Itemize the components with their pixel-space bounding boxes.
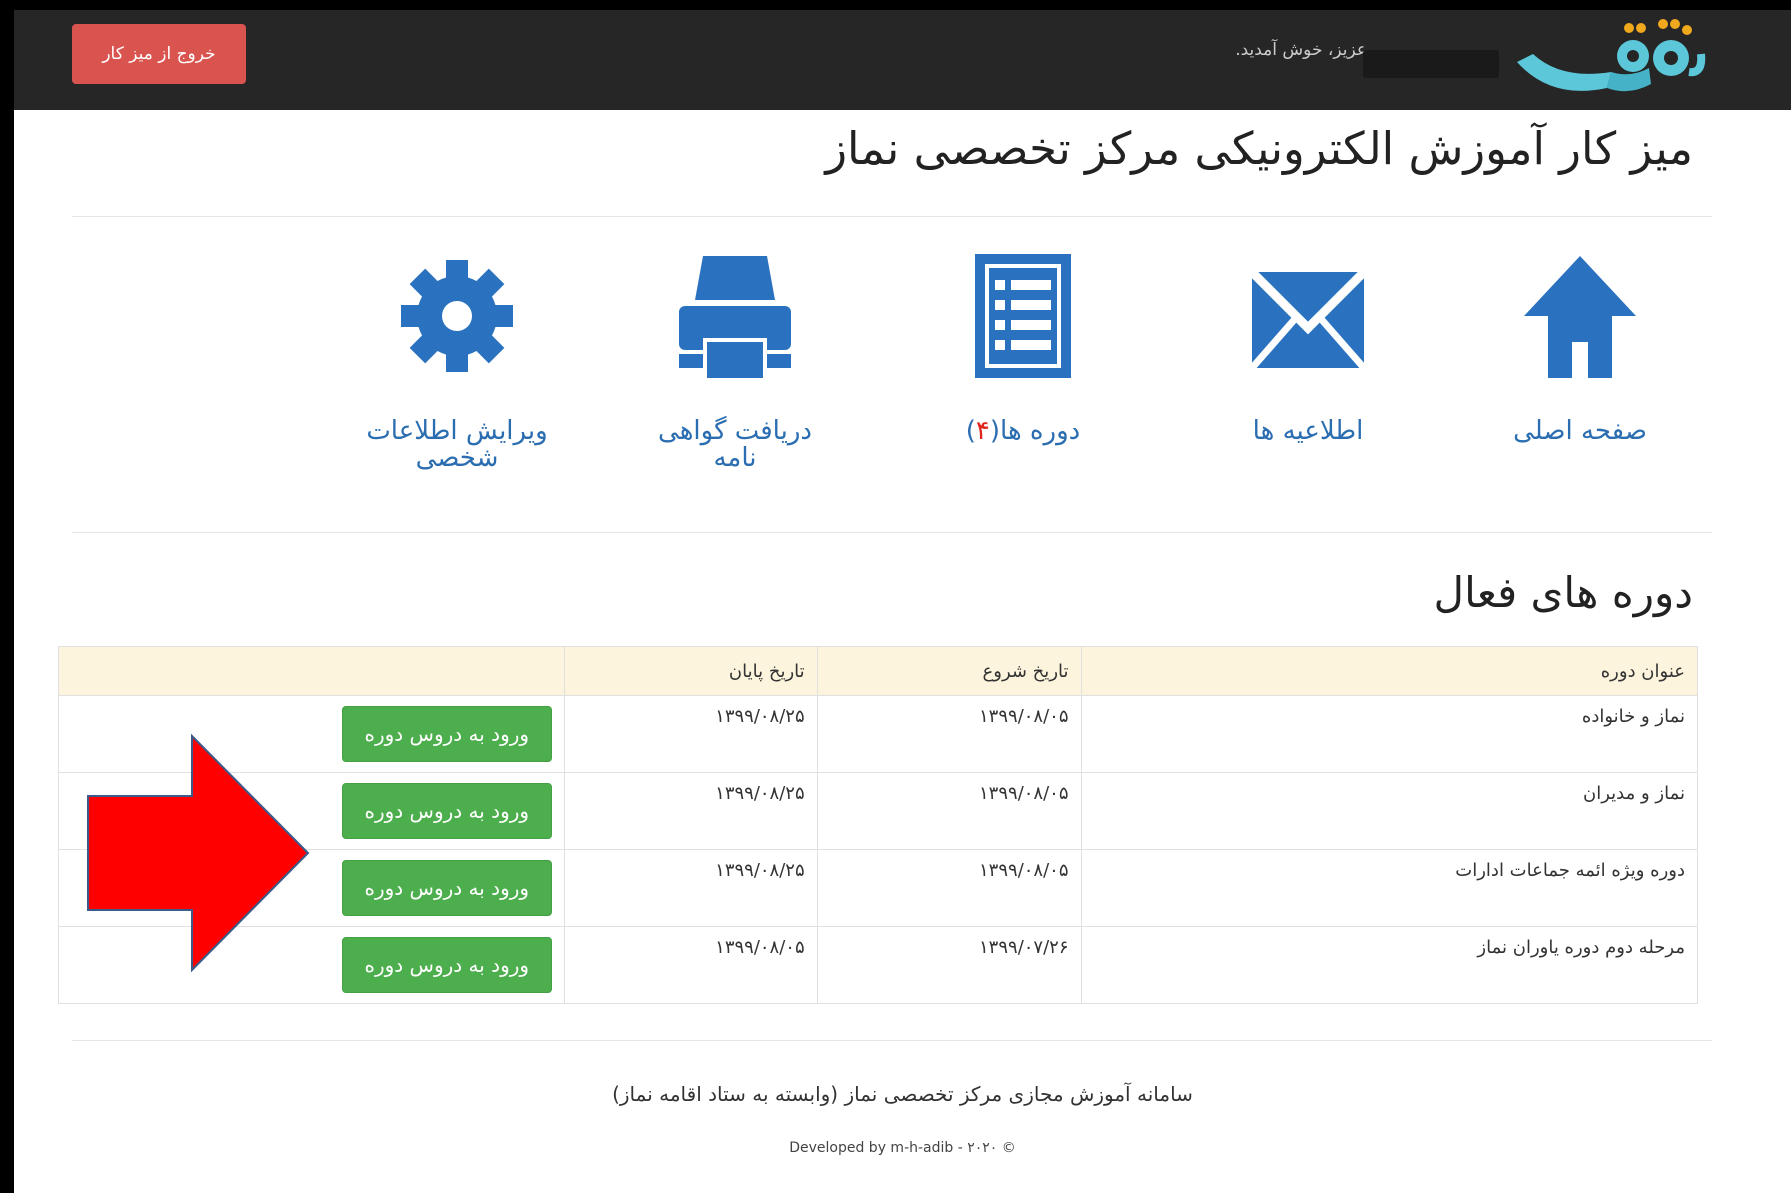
nav-courses-label: دوره ها(۴) — [923, 416, 1123, 446]
nav-courses[interactable]: دوره ها(۴) — [923, 250, 1123, 445]
divider — [72, 532, 1712, 533]
end-date: ۱۳۹۹/۰۸/۲۵ — [563, 695, 818, 773]
course-title: دوره ویژه ائمه جماعات ادارات — [1080, 849, 1698, 927]
table-header-row: عنوان دوره تاریخ شروع تاریخ پایان — [58, 646, 1698, 696]
header-action — [58, 646, 565, 696]
red-arrow-annotation — [87, 734, 310, 972]
welcome-message: عزیز، خوش آمدید. — [1235, 40, 1367, 60]
course-title: نماز و مدیران — [1080, 772, 1698, 850]
courses-count-badge: ۴ — [975, 416, 990, 446]
redacted-username — [1363, 50, 1499, 78]
home-icon — [1524, 256, 1636, 378]
end-date: ۱۳۹۹/۰۸/۰۵ — [563, 926, 818, 1004]
divider — [72, 1040, 1712, 1041]
footer-text: سامانه آموزش مجازی مرکز تخصصی نماز (وابس… — [612, 1082, 1193, 1106]
end-date: ۱۳۹۹/۰۸/۲۵ — [563, 849, 818, 927]
nav-home-label: صفحه اصلی — [1513, 416, 1647, 446]
start-date: ۱۳۹۹/۰۸/۰۵ — [816, 772, 1082, 850]
printer-icon — [679, 256, 791, 378]
page-frame: خروج از میز کار عزیز، خوش آمدید. میز کار… — [14, 10, 1791, 1193]
start-date: ۱۳۹۹/۰۸/۰۵ — [816, 849, 1082, 927]
section-title: دوره های فعال — [1433, 568, 1693, 617]
nav-announcements[interactable]: اطلاعیه ها — [1208, 250, 1408, 445]
top-navbar: خروج از میز کار عزیز، خوش آمدید. — [14, 10, 1791, 110]
enter-course-button[interactable]: ورود به دروس دوره — [341, 937, 552, 993]
envelope-icon — [1248, 268, 1368, 371]
nav-courses-text-end: ) — [965, 416, 976, 446]
nav-certificate-label: دریافت گواهی نامه — [658, 416, 812, 474]
start-date: ۱۳۹۹/۰۷/۲۶ — [816, 926, 1082, 1004]
nav-certificate[interactable]: دریافت گواهی نامه — [635, 250, 835, 473]
header-course-title: عنوان دوره — [1080, 646, 1698, 696]
gear-icon — [401, 260, 513, 372]
nav-courses-text: دوره ها( — [989, 416, 1081, 446]
course-title: نماز و خانواده — [1080, 695, 1698, 773]
nav-announcements-label: اطلاعیه ها — [1252, 416, 1364, 446]
divider — [72, 216, 1712, 217]
start-date: ۱۳۹۹/۰۸/۰۵ — [816, 695, 1082, 773]
nav-home[interactable]: صفحه اصلی — [1480, 250, 1680, 445]
header-end-date: تاریخ پایان — [563, 646, 818, 696]
enter-course-button[interactable]: ورود به دروس دوره — [341, 706, 552, 762]
logout-button[interactable]: خروج از میز کار — [72, 24, 246, 84]
site-logo[interactable] — [1511, 14, 1707, 98]
list-icon — [975, 254, 1071, 378]
end-date: ۱۳۹۹/۰۸/۲۵ — [563, 772, 818, 850]
enter-course-button[interactable]: ورود به دروس دوره — [341, 860, 552, 916]
nav-edit-profile-label: ویرایش اطلاعات شخصی — [366, 416, 548, 474]
header-start-date: تاریخ شروع — [816, 646, 1082, 696]
nav-edit-profile[interactable]: ویرایش اطلاعات شخصی — [357, 250, 557, 473]
enter-course-button[interactable]: ورود به دروس دوره — [341, 783, 552, 839]
footer-developer-credit: Developed by m-h-adib - ۲۰۲۰ © — [789, 1140, 1016, 1156]
page-title: میز کار آموزش الکترونیکی مرکز تخصصی نماز — [825, 122, 1693, 175]
course-title: مرحله دوم دوره یاوران نماز — [1080, 926, 1698, 1004]
